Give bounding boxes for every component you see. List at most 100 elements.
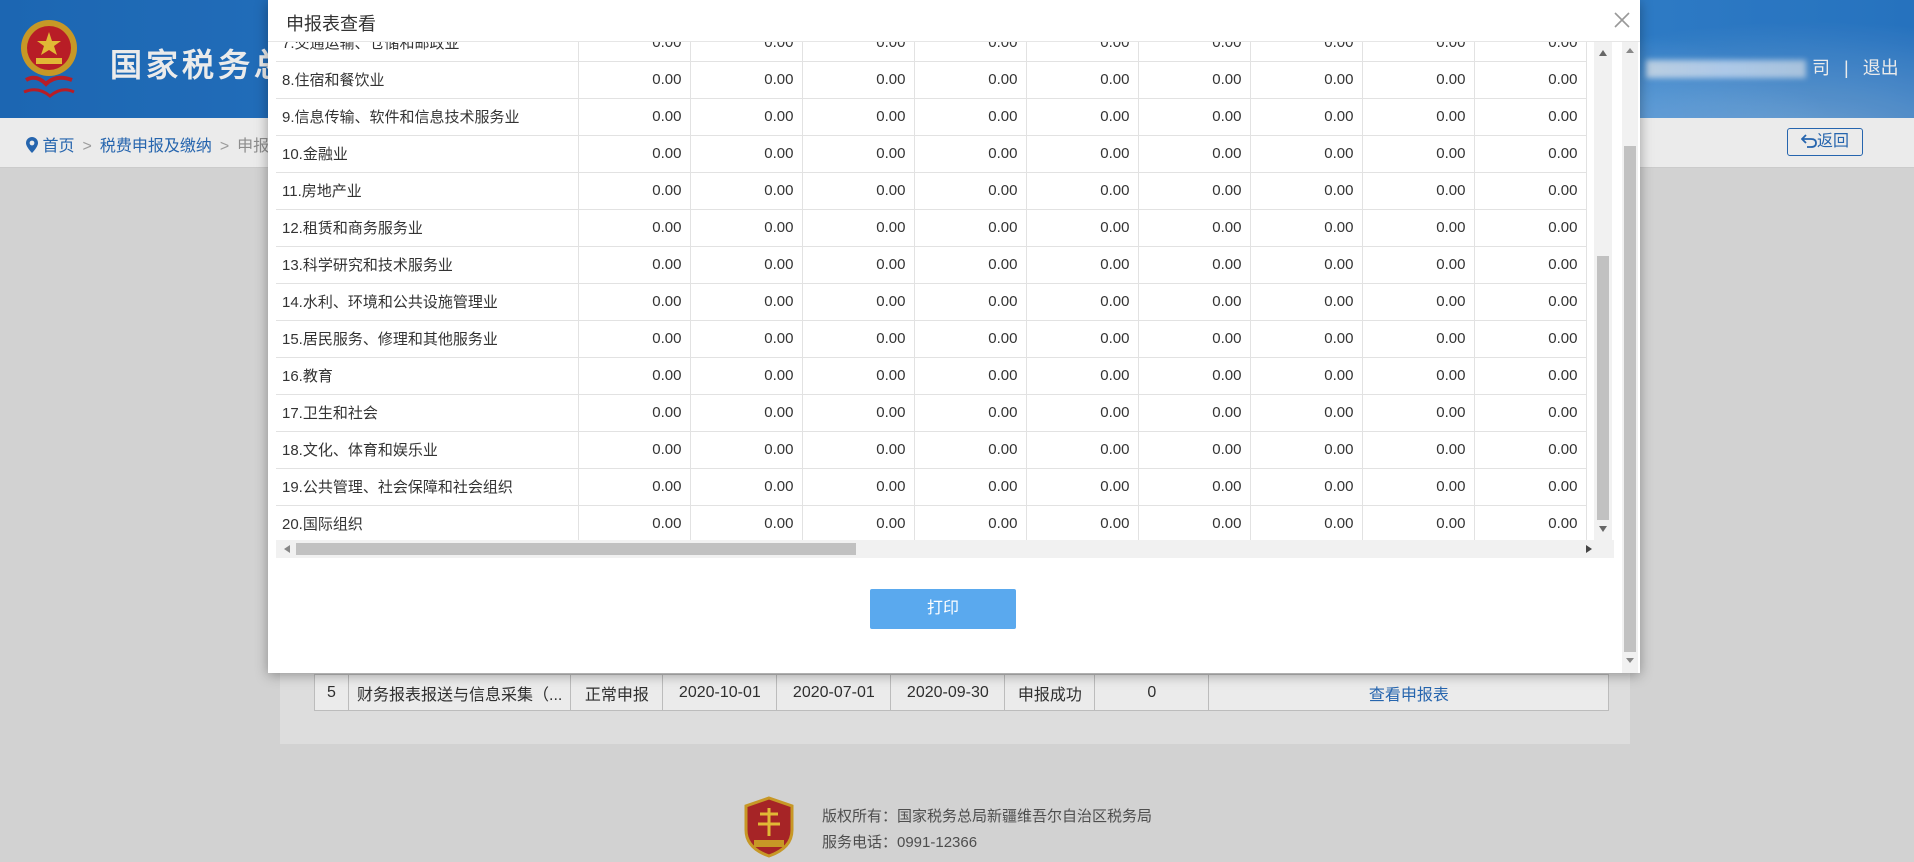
row-value: 0.00	[578, 61, 691, 99]
row-value: 0.00	[914, 357, 1027, 395]
row-value: 0.00	[1362, 394, 1475, 432]
scroll-up-arrow-icon[interactable]	[1626, 48, 1634, 53]
row-value: 0.00	[1026, 505, 1139, 540]
row-value: 0.00	[1026, 135, 1139, 173]
row-value: 0.00	[690, 505, 803, 540]
row-value: 0.00	[1026, 172, 1139, 210]
row-value: 0.00	[914, 61, 1027, 99]
row-value: 0.00	[1250, 394, 1363, 432]
row-value: 0.00	[1138, 135, 1251, 173]
row-value: 0.00	[802, 42, 915, 62]
table-row: 9.信息传输、软件和信息技术服务业 0.00 0.00 0.00 0.00 0.00 0.0…	[276, 98, 1587, 136]
row-label: 8.住宿和餐饮业	[276, 61, 579, 99]
row-value: 0.00	[1138, 42, 1251, 62]
row-value: 0.00	[1250, 246, 1363, 284]
table-row: 18.文化、体育和娱乐业 0.00 0.00 0.00 0.00 0.00 0.00 0.00…	[276, 431, 1587, 469]
scroll-up-arrow-icon[interactable]	[1599, 50, 1607, 56]
row-value: 0.00	[578, 357, 691, 395]
row-value: 0.00	[578, 431, 691, 469]
row-value: 0.00	[1138, 357, 1251, 395]
row-value: 0.00	[690, 431, 803, 469]
scroll-right-arrow-icon[interactable]	[1586, 545, 1592, 553]
row-value: 0.00	[802, 246, 915, 284]
row-value: 0.00	[690, 98, 803, 136]
row-value: 0.00	[1362, 357, 1475, 395]
row-label: 10.金融业	[276, 135, 579, 173]
row-value: 0.00	[1362, 172, 1475, 210]
row-value: 0.00	[1474, 283, 1587, 321]
row-value: 0.00	[914, 468, 1027, 506]
row-value: 0.00	[914, 172, 1027, 210]
row-value: 0.00	[1026, 320, 1139, 358]
table-row: 7.交通运输、仓储和邮政业 0.00 0.00 0.00 0.00 0.00 0.00 0.0…	[276, 42, 1587, 62]
row-value: 0.00	[1474, 505, 1587, 540]
scroll-thumb[interactable]	[1624, 146, 1636, 652]
row-value: 0.00	[1362, 135, 1475, 173]
modal-title: 申报表查看	[286, 14, 376, 34]
row-value: 0.00	[802, 468, 915, 506]
row-value: 0.00	[1026, 283, 1139, 321]
table-row: 10.金融业 0.00 0.00 0.00 0.00 0.00 0.00 0.00 0.00 0.…	[276, 135, 1587, 173]
row-value: 0.00	[690, 283, 803, 321]
table-row: 11.房地产业 0.00 0.00 0.00 0.00 0.00 0.00 0.00 0.00 0…	[276, 172, 1587, 210]
row-value: 0.00	[1474, 209, 1587, 247]
row-value: 0.00	[1474, 172, 1587, 210]
row-value: 0.00	[690, 320, 803, 358]
row-value: 0.00	[1250, 61, 1363, 99]
row-value: 0.00	[1026, 394, 1139, 432]
scroll-thumb[interactable]	[1597, 256, 1609, 520]
report-table: 7.交通运输、仓储和邮政业 0.00 0.00 0.00 0.00 0.00 0.00 0.0…	[276, 42, 1587, 540]
scroll-thumb[interactable]	[296, 543, 856, 555]
print-button[interactable]: 打印	[870, 589, 1016, 629]
row-value: 0.00	[802, 209, 915, 247]
table-row: 20.国际组织 0.00 0.00 0.00 0.00 0.00 0.00 0.00 0.00 0…	[276, 505, 1587, 540]
row-value: 0.00	[578, 135, 691, 173]
table-vertical-scrollbar[interactable]	[1594, 42, 1612, 540]
row-value: 0.00	[914, 320, 1027, 358]
row-value: 0.00	[690, 246, 803, 284]
row-value: 0.00	[802, 98, 915, 136]
row-value: 0.00	[1250, 357, 1363, 395]
row-value: 0.00	[1362, 246, 1475, 284]
scroll-down-arrow-icon[interactable]	[1626, 658, 1634, 663]
row-value: 0.00	[1138, 320, 1251, 358]
row-value: 0.00	[1138, 505, 1251, 540]
modal-vertical-scrollbar[interactable]	[1622, 42, 1638, 673]
row-value: 0.00	[1250, 468, 1363, 506]
row-value: 0.00	[914, 394, 1027, 432]
row-value: 0.00	[802, 394, 915, 432]
row-value: 0.00	[1474, 135, 1587, 173]
row-value: 0.00	[1138, 394, 1251, 432]
scroll-down-arrow-icon[interactable]	[1599, 526, 1607, 532]
row-value: 0.00	[914, 42, 1027, 62]
row-value: 0.00	[1474, 320, 1587, 358]
row-value: 0.00	[914, 209, 1027, 247]
row-value: 0.00	[1362, 61, 1475, 99]
row-value: 0.00	[1138, 431, 1251, 469]
row-value: 0.00	[1474, 98, 1587, 136]
row-value: 0.00	[1362, 431, 1475, 469]
row-value: 0.00	[578, 42, 691, 62]
row-label: 14.水利、环境和公共设施管理业	[276, 283, 579, 321]
row-value: 0.00	[1138, 283, 1251, 321]
row-label: 18.文化、体育和娱乐业	[276, 431, 579, 469]
row-label: 7.交通运输、仓储和邮政业	[276, 42, 579, 62]
row-value: 0.00	[1250, 98, 1363, 136]
row-value: 0.00	[578, 394, 691, 432]
row-value: 0.00	[1474, 61, 1587, 99]
row-value: 0.00	[802, 172, 915, 210]
table-horizontal-scrollbar[interactable]	[276, 540, 1614, 558]
row-value: 0.00	[690, 42, 803, 62]
row-value: 0.00	[1362, 209, 1475, 247]
row-value: 0.00	[578, 209, 691, 247]
row-value: 0.00	[1026, 61, 1139, 99]
row-value: 0.00	[802, 431, 915, 469]
row-value: 0.00	[914, 246, 1027, 284]
row-value: 0.00	[1026, 468, 1139, 506]
row-label: 15.居民服务、修理和其他服务业	[276, 320, 579, 358]
row-value: 0.00	[690, 172, 803, 210]
scroll-left-arrow-icon[interactable]	[284, 545, 290, 553]
close-icon[interactable]	[1612, 10, 1632, 30]
table-row: 16.教育 0.00 0.00 0.00 0.00 0.00 0.00 0.00 0.00 0.0…	[276, 357, 1587, 395]
row-value: 0.00	[1362, 320, 1475, 358]
